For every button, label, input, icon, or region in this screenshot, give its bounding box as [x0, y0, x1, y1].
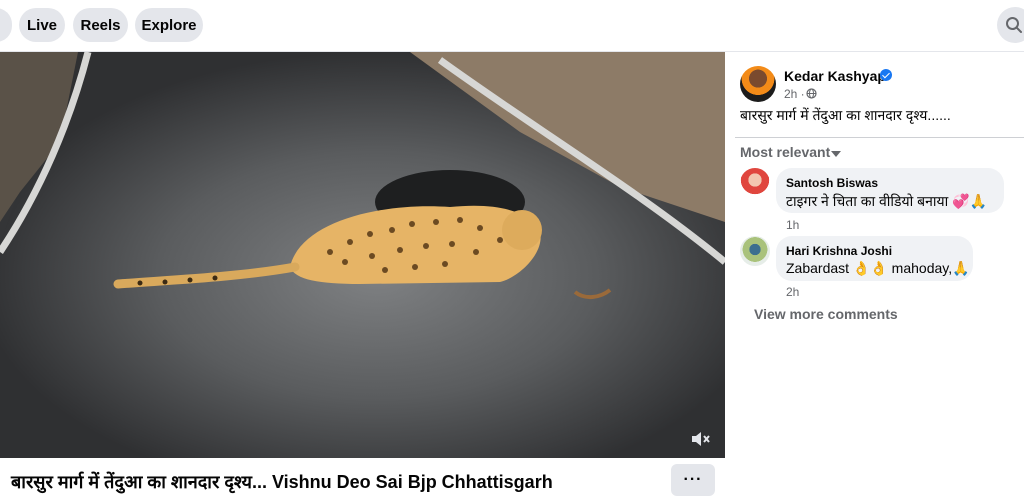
comment-text: Zabardast 👌👌 mahoday,🙏	[786, 260, 970, 276]
author-avatar[interactable]	[740, 66, 776, 102]
tab-explore[interactable]: Explore	[135, 8, 203, 42]
speaker-muted-icon[interactable]	[690, 430, 710, 448]
post-timestamp[interactable]: 2h ·	[784, 87, 805, 101]
commenter-name[interactable]: Hari Krishna Joshi	[786, 244, 892, 258]
comment-text: टाइगर ने चिता का वीडियो बनाया 💞🙏	[786, 193, 988, 209]
commenter-name[interactable]: Santosh Biswas	[786, 176, 878, 190]
video-frame-leopard	[0, 52, 725, 458]
tab-reels[interactable]: Reels	[73, 8, 128, 42]
more-icon: ···	[683, 471, 703, 488]
chevron-down-icon[interactable]	[831, 151, 841, 157]
search-icon	[1006, 17, 1022, 33]
tab-live-label: Live	[26, 16, 57, 34]
more-options-button[interactable]: ···	[671, 464, 715, 496]
post-caption: बारसुर मार्ग में तेंदुआ का शानदार दृश्य.…	[740, 107, 951, 123]
tab-reels-label: Reels	[80, 16, 121, 34]
comment-timestamp[interactable]: 1h	[786, 218, 799, 232]
globe-icon	[806, 88, 817, 99]
nav-tab-partial[interactable]	[0, 8, 12, 42]
commenter-avatar[interactable]	[740, 168, 770, 198]
comment-sort-dropdown[interactable]: Most relevant	[740, 144, 830, 160]
tab-explore-label: Explore	[141, 16, 197, 34]
top-nav: Live Reels Explore	[0, 0, 1024, 52]
author-name[interactable]: Kedar Kashyap	[784, 68, 886, 84]
divider	[735, 137, 1024, 138]
commenter-avatar[interactable]	[740, 236, 770, 266]
search-button[interactable]	[997, 7, 1024, 43]
video-title: बारसुर मार्ग में तेंदुआ का शानदार दृश्य.…	[11, 472, 553, 492]
video-player[interactable]	[0, 52, 725, 458]
verified-badge-icon	[880, 69, 892, 81]
view-more-comments-link[interactable]: View more comments	[754, 306, 898, 322]
tab-live[interactable]: Live	[19, 8, 65, 42]
comment-timestamp[interactable]: 2h	[786, 285, 799, 299]
